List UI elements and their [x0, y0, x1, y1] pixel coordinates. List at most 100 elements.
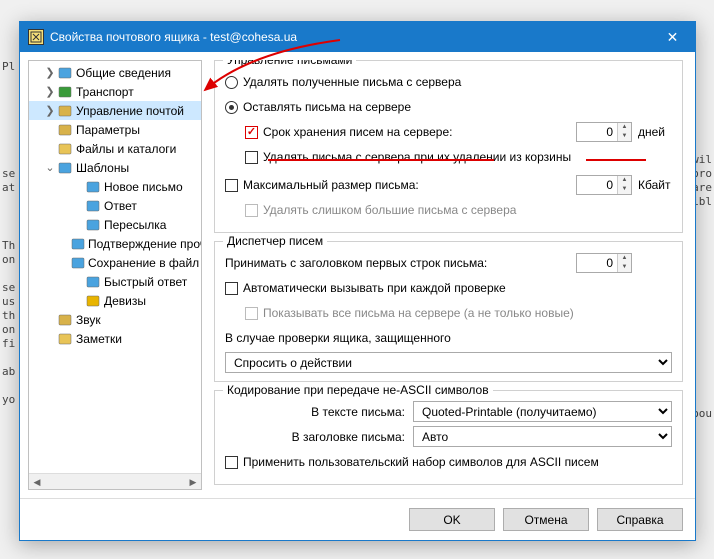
row-delete-big: Удалять слишком большие письма с сервера — [225, 199, 672, 221]
label: В тексте письма: — [225, 405, 405, 419]
row-delete-on-trash[interactable]: Удалять письма с сервера при их удалении… — [225, 146, 672, 168]
close-button[interactable]: ✕ — [650, 22, 695, 52]
checkbox — [245, 307, 258, 320]
tree-item-3[interactable]: Параметры — [29, 120, 201, 139]
tree-item-12[interactable]: Девизы — [29, 291, 201, 310]
tree-item-9[interactable]: Подтверждение проч — [29, 234, 201, 253]
checkbox-label: Максимальный размер письма: — [243, 178, 419, 192]
checkbox[interactable] — [225, 179, 238, 192]
help-button[interactable]: Справка — [597, 508, 683, 531]
tree-item-10[interactable]: Сохранение в файл — [29, 253, 201, 272]
row-auto-call[interactable]: Автоматически вызывать при каждой провер… — [225, 277, 672, 299]
tree-item-label: Управление почтой — [76, 104, 184, 118]
row-show-all: Показывать все письма на сервере (а не т… — [225, 302, 672, 324]
tree-item-14[interactable]: Заметки — [29, 329, 201, 348]
scroll-right-icon[interactable]: ▶ — [185, 474, 201, 490]
tree-scrollbar[interactable]: ◀ ▶ — [29, 473, 201, 489]
row-custom-charset[interactable]: Применить пользовательский набор символо… — [225, 451, 672, 473]
row-max-size[interactable]: Максимальный размер письма: ▲▼ Кбайт — [225, 174, 672, 196]
tree-item-13[interactable]: Звук — [29, 310, 201, 329]
spin-down-icon[interactable]: ▼ — [618, 132, 631, 141]
globe-icon — [57, 84, 73, 100]
twisty-icon[interactable]: ❯ — [43, 66, 57, 79]
radio-icon — [225, 101, 238, 114]
cancel-button[interactable]: Отмена — [503, 508, 589, 531]
max-size-spinner[interactable]: ▲▼ — [576, 175, 632, 195]
checkbox[interactable] — [225, 282, 238, 295]
spin-up-icon[interactable]: ▲ — [618, 176, 631, 185]
radio-label: Оставлять письма на сервере — [243, 100, 411, 114]
nav-tree[interactable]: ❯Общие сведения❯Транспорт❯Управление поч… — [28, 60, 202, 490]
group-dispatcher: Диспетчер писем Принимать с заголовком п… — [214, 241, 683, 382]
row-protected-label: В случае проверки ящика, защищенного — [225, 327, 672, 349]
card-icon — [57, 65, 73, 81]
bg-text: se — [2, 167, 15, 181]
twisty-icon[interactable]: ❯ — [43, 85, 57, 98]
checkbox-label: Показывать все письма на сервере (а не т… — [263, 306, 574, 320]
unit-label: Кбайт — [638, 178, 672, 192]
spin-down-icon[interactable]: ▼ — [618, 185, 631, 194]
tree-item-label: Пересылка — [104, 218, 166, 232]
header-lines-input[interactable] — [577, 256, 617, 270]
titlebar[interactable]: Свойства почтового ящика - test@cohesa.u… — [20, 22, 695, 52]
window-title: Свойства почтового ящика - test@cohesa.u… — [50, 30, 650, 44]
spin-down-icon[interactable]: ▼ — [618, 263, 631, 272]
radio-leave-on-server[interactable]: Оставлять письма на сервере — [225, 96, 672, 118]
tree-item-0[interactable]: ❯Общие сведения — [29, 63, 201, 82]
tree-item-8[interactable]: Пересылка — [29, 215, 201, 234]
radio-label: Удалять полученные письма с сервера — [243, 75, 461, 89]
tree-item-label: Файлы и каталоги — [76, 142, 176, 156]
tree-item-label: Девизы — [104, 294, 146, 308]
group-legend: Кодирование при передаче не-ASCII символ… — [223, 383, 493, 397]
scroll-track[interactable] — [45, 474, 185, 489]
twisty-icon[interactable]: ❯ — [43, 104, 57, 117]
scroll-left-icon[interactable]: ◀ — [29, 474, 45, 490]
twisty-icon[interactable]: ⌄ — [43, 161, 57, 174]
tree-item-11[interactable]: Быстрый ответ — [29, 272, 201, 291]
mail-fwd-icon — [85, 217, 101, 233]
tree-item-5[interactable]: ⌄Шаблоны — [29, 158, 201, 177]
label: Принимать с заголовком первых строк пись… — [225, 256, 487, 270]
spin-up-icon[interactable]: ▲ — [618, 254, 631, 263]
bg-text: se — [2, 281, 15, 295]
mail-quick-icon — [85, 274, 101, 290]
checkbox[interactable] — [225, 456, 238, 469]
body-encoding-select[interactable]: Quoted-Printable (получитаемо) — [413, 401, 672, 422]
row-header-lines: Принимать с заголовком первых строк пись… — [225, 252, 672, 274]
label: В случае проверки ящика, защищенного — [225, 331, 451, 345]
unit-label: дней — [638, 125, 672, 139]
spin-up-icon[interactable]: ▲ — [618, 123, 631, 132]
bg-text: Th — [2, 239, 15, 253]
ok-button[interactable]: OK — [409, 508, 495, 531]
max-size-input[interactable] — [577, 178, 617, 192]
row-body-encoding: В тексте письма: Quoted-Printable (получ… — [225, 401, 672, 422]
checkbox-label: Удалять письма с сервера при их удалении… — [263, 150, 571, 164]
tree-item-4[interactable]: Файлы и каталоги — [29, 139, 201, 158]
checkbox-label: Применить пользовательский набор символо… — [243, 455, 599, 469]
header-encoding-select[interactable]: Авто — [413, 426, 672, 447]
mail-reply-icon — [85, 198, 101, 214]
tree-item-label: Параметры — [76, 123, 140, 137]
checkbox-label: Автоматически вызывать при каждой провер… — [243, 281, 506, 295]
retention-spinner[interactable]: ▲▼ — [576, 122, 632, 142]
label: В заголовке письма: — [225, 430, 405, 444]
bg-text: us — [2, 295, 15, 309]
tree-item-label: Ответ — [104, 199, 137, 213]
row-header-encoding: В заголовке письма: Авто — [225, 426, 672, 447]
checkbox[interactable] — [245, 151, 258, 164]
folder-icon — [57, 141, 73, 157]
tree-item-7[interactable]: Ответ — [29, 196, 201, 215]
app-icon — [28, 29, 44, 45]
protected-select[interactable]: Спросить о действии — [225, 352, 672, 373]
header-lines-spinner[interactable]: ▲▼ — [576, 253, 632, 273]
tree-item-label: Заметки — [76, 332, 122, 346]
radio-delete-from-server[interactable]: Удалять полученные письма с сервера — [225, 71, 672, 93]
tree-item-label: Сохранение в файл — [88, 256, 199, 270]
tree-item-1[interactable]: ❯Транспорт — [29, 82, 201, 101]
mail-confirm-icon — [71, 236, 85, 252]
retention-input[interactable] — [577, 125, 617, 139]
tree-item-6[interactable]: Новое письмо — [29, 177, 201, 196]
tree-item-2[interactable]: ❯ Управление почтой — [29, 101, 201, 120]
checkbox-retention[interactable] — [245, 126, 258, 139]
bg-text: ab — [2, 365, 15, 379]
